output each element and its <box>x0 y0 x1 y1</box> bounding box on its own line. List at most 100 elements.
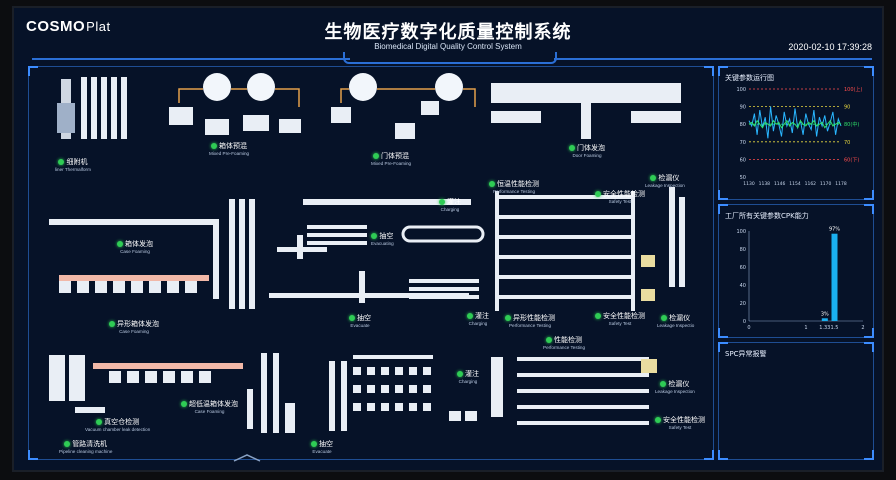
series-line <box>748 106 842 139</box>
station-label[interactable]: 检漏仪 Leakage Inspection <box>645 173 685 188</box>
status-dot-icon <box>311 441 317 447</box>
station-name: 超低温箱体发泡 <box>189 400 238 408</box>
station-name-en: Evacuate <box>312 449 332 454</box>
station-label[interactable]: 灌注 Charging <box>457 369 479 384</box>
station-name-en: liner Thermalform <box>55 167 91 172</box>
status-dot-icon <box>467 313 473 319</box>
station-name: 真空仓检测 <box>104 418 140 426</box>
station-name-en: Safety Test <box>668 425 692 430</box>
key-params-line-chart: 100(上) 90 80(中) 70 60(下) 100 90 80 70 60 501130 113… <box>736 86 862 187</box>
status-dot-icon <box>595 313 601 319</box>
station-label[interactable]: 细附机 liner Thermalform <box>55 157 91 172</box>
cpk-bar-chart: 100 80 60 40 20 00 1 1.33 1.5 2 3% 97% <box>736 227 864 331</box>
y-tick-label: 50 <box>740 175 746 181</box>
station-name: 恒温性能检测 <box>497 180 539 188</box>
header: COSMOPlat 生物医疗数字化质量控制系统 Biomedical Digit… <box>14 8 882 64</box>
station-label[interactable]: 超低温箱体发泡 Case Foaming <box>181 399 238 414</box>
production-line-diagram <box>49 73 685 433</box>
status-dot-icon <box>181 401 187 407</box>
station-label[interactable]: 管路清洗机 Pipeline cleaning machine <box>59 439 112 454</box>
status-dot-icon <box>439 199 445 205</box>
station-name: 安全性能检测 <box>603 312 645 320</box>
station-label[interactable]: 抽空 Evacuate <box>311 439 333 454</box>
dashboard-screen: COSMOPlat 生物医疗数字化质量控制系统 Biomedical Digit… <box>14 8 882 470</box>
station-name-en: Leakage Inspection <box>655 389 695 394</box>
status-dot-icon <box>546 337 553 343</box>
station-name: 门体发泡 <box>577 144 605 152</box>
station-label[interactable]: 性能检测 Performance Testing <box>543 335 585 350</box>
page-subtitle: Biomedical Digital Quality Control Syste… <box>374 42 522 51</box>
station-name: 检漏仪 <box>658 174 680 182</box>
station-label[interactable]: 箱体发泡 Case Foaming <box>117 239 153 254</box>
x-tick-label: 1146 <box>774 181 786 187</box>
station-name: 灌注 <box>475 312 489 320</box>
y-tick-label: 40 <box>740 283 746 289</box>
station-name-en: Performance Testing <box>543 345 586 350</box>
station-name-en: Case Foaming <box>120 249 150 254</box>
status-dot-icon <box>595 191 601 197</box>
station-name-en: Vacuum chamber leak detection <box>85 427 151 432</box>
station-label[interactable]: 异形性能检测 Performance Testing <box>505 313 555 328</box>
header-line-left <box>32 58 350 60</box>
x-tick-label: 1.5 <box>831 325 839 331</box>
y-tick-label: 100 <box>736 229 746 235</box>
station-name-en: Performance Testing <box>492 189 536 194</box>
status-dot-icon <box>371 233 378 239</box>
reference-label: 90 <box>844 105 850 111</box>
station-label[interactable]: 异形箱体发泡 Case Foaming <box>109 319 159 334</box>
status-dot-icon <box>457 371 463 377</box>
station-name-en: Leakage Inspection <box>645 183 685 188</box>
station-name-en: Charging <box>468 321 488 326</box>
station-label[interactable]: 门体预混 Mixed Pre-Foaming <box>371 151 411 166</box>
status-dot-icon <box>96 419 103 425</box>
x-tick-label: 1178 <box>835 181 847 187</box>
station-label[interactable]: 真空仓检测 Vacuum chamber leak detection <box>85 417 150 432</box>
header-line-right <box>554 58 872 60</box>
station-label[interactable]: 灌注 Charging <box>467 311 489 326</box>
status-dot-icon <box>117 241 123 247</box>
spc-alarm-panel: SPC异常报警 <box>718 342 874 460</box>
station-label[interactable]: 箱体预混 Mixed Pre-Foaming <box>209 141 249 156</box>
station-name: 箱体发泡 <box>125 240 153 248</box>
station-name-en: Mixed Pre-Foaming <box>209 151 250 156</box>
station-name-en: Door Foaming <box>572 153 602 158</box>
station-name-en: Charging <box>458 379 478 384</box>
x-tick-label: 1162 <box>805 181 817 187</box>
station-label[interactable]: 检漏仪 Leakage Inspectio <box>657 313 694 328</box>
station-name: 异形箱体发泡 <box>117 320 159 328</box>
station-label[interactable]: 抽空 Evacuate <box>349 313 371 328</box>
station-label[interactable]: 检漏仪 Leakage Inspection <box>655 379 695 394</box>
station-name: 安全性能检测 <box>603 190 645 198</box>
station-name: 异形性能检测 <box>513 314 555 322</box>
header-title-frame <box>343 52 557 64</box>
station-name-en: Case Foaming <box>119 329 149 334</box>
station-name-en: Mixed Pre-Foaming <box>371 161 412 166</box>
datetime-display: 2020-02-10 17:39:28 <box>788 42 872 52</box>
status-dot-icon <box>109 321 115 327</box>
station-label[interactable]: 安全性能检测 Safety Test <box>655 415 705 430</box>
station-name-en: Charging <box>440 207 460 212</box>
status-dot-icon <box>661 315 668 321</box>
station-name: 检漏仪 <box>669 314 691 322</box>
station-label[interactable]: 灌注 Charging <box>439 197 461 212</box>
page-title: 生物医疗数字化质量控制系统 <box>324 22 572 43</box>
x-tick-label: 1170 <box>820 181 832 187</box>
status-dot-icon <box>373 153 380 159</box>
station-name: 管路清洗机 <box>72 440 108 448</box>
station-label[interactable]: 门体发泡 Door Foaming <box>569 143 605 158</box>
y-tick-label: 60 <box>740 157 746 163</box>
x-tick-label: 1130 <box>743 181 755 187</box>
chevron-up-icon[interactable] <box>232 454 262 462</box>
station-label[interactable]: 安全性能检测 Safety Test <box>595 189 645 204</box>
x-tick-label: 1.33 <box>819 325 830 331</box>
station-label[interactable]: 恒温性能检测 Performance Testing <box>489 179 539 194</box>
station-name-en: Leakage Inspectio <box>657 323 695 328</box>
station-name-en: Performance Testing <box>508 323 552 328</box>
station-label[interactable]: 安全性能检测 Safety Test <box>595 311 645 326</box>
frame-corner <box>864 450 874 460</box>
spc-alarm-title: SPC异常报警 <box>725 350 767 358</box>
station-label[interactable]: 抽空 Evacuating <box>371 231 394 246</box>
station-name: 抽空 <box>379 232 394 240</box>
status-dot-icon <box>58 159 65 165</box>
cpk-bar-label: 97% <box>829 227 840 233</box>
